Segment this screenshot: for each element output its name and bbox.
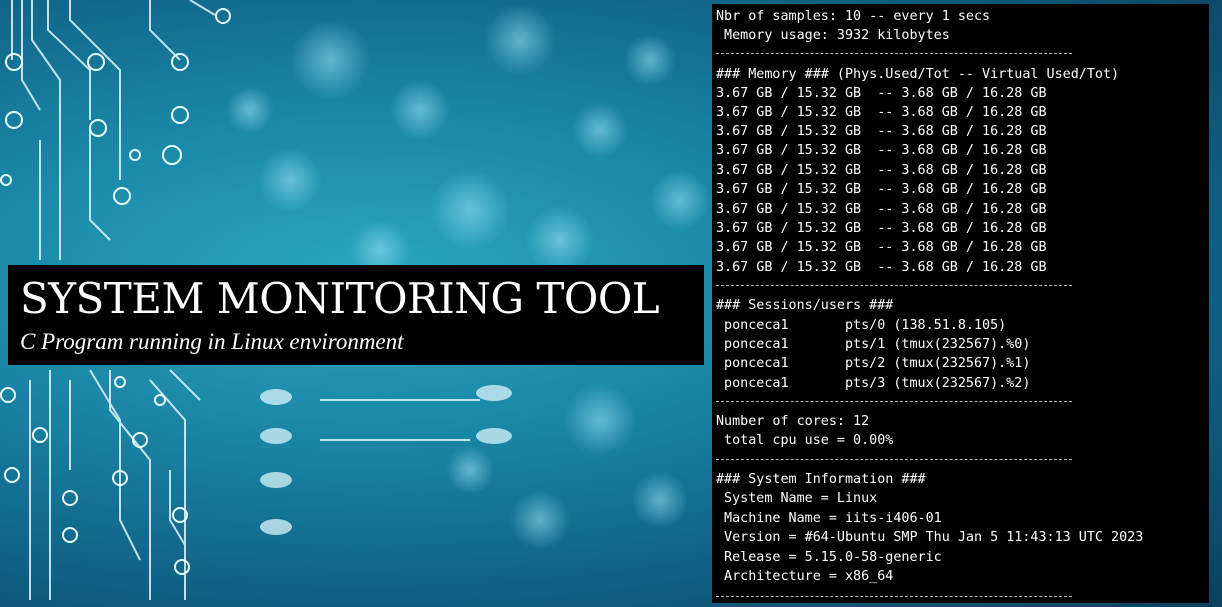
memory-usage-line: Memory usage: 3932 kilobytes — [716, 28, 950, 43]
separator — [716, 285, 1072, 286]
memory-row: 3.67 GB / 15.32 GB -- 3.68 GB / 16.28 GB — [716, 182, 1047, 197]
cpu-line: total cpu use = 0.00% — [716, 433, 894, 448]
separator — [716, 401, 1072, 402]
sysinfo-row: System Name = Linux — [716, 491, 878, 506]
slide-subtitle: C Program running in Linux environment — [20, 329, 404, 354]
separator — [716, 53, 1072, 54]
session-row: ponceca1 pts/3 (tmux(232567).%2) — [716, 376, 1031, 391]
session-row: ponceca1 pts/0 (138.51.8.105) — [716, 318, 1007, 333]
memory-row: 3.67 GB / 15.32 GB -- 3.68 GB / 16.28 GB — [716, 105, 1047, 120]
memory-header: ### Memory ### (Phys.Used/Tot -- Virtual… — [716, 67, 1120, 82]
title-banner: SYSTEM MONITORING TOOL C Program running… — [8, 265, 704, 365]
session-row: ponceca1 pts/1 (tmux(232567).%0) — [716, 337, 1031, 352]
sysinfo-row: Release = 5.15.0-58-generic — [716, 550, 942, 565]
sysinfo-row: Architecture = x86_64 — [716, 569, 894, 584]
separator — [716, 596, 1072, 597]
memory-row: 3.67 GB / 15.32 GB -- 3.68 GB / 16.28 GB — [716, 124, 1047, 139]
cores-line: Number of cores: 12 — [716, 414, 870, 429]
memory-row: 3.67 GB / 15.32 GB -- 3.68 GB / 16.28 GB — [716, 86, 1047, 101]
memory-row: 3.67 GB / 15.32 GB -- 3.68 GB / 16.28 GB — [716, 163, 1047, 178]
samples-line: Nbr of samples: 10 -- every 1 secs — [716, 9, 991, 24]
session-row: ponceca1 pts/2 (tmux(232567).%1) — [716, 356, 1031, 371]
slide-title: SYSTEM MONITORING TOOL — [20, 274, 660, 323]
sysinfo-row: Machine Name = iits-i406-01 — [716, 511, 942, 526]
memory-row: 3.67 GB / 15.32 GB -- 3.68 GB / 16.28 GB — [716, 221, 1047, 236]
memory-row: 3.67 GB / 15.32 GB -- 3.68 GB / 16.28 GB — [716, 202, 1047, 217]
sessions-header: ### Sessions/users ### — [716, 298, 894, 313]
memory-row: 3.67 GB / 15.32 GB -- 3.68 GB / 16.28 GB — [716, 260, 1047, 275]
sysinfo-row: Version = #64-Ubuntu SMP Thu Jan 5 11:43… — [716, 530, 1144, 545]
separator — [716, 459, 1072, 460]
memory-row: 3.67 GB / 15.32 GB -- 3.68 GB / 16.28 GB — [716, 240, 1047, 255]
memory-row: 3.67 GB / 15.32 GB -- 3.68 GB / 16.28 GB — [716, 143, 1047, 158]
terminal-output: Nbr of samples: 10 -- every 1 secs Memor… — [712, 4, 1209, 603]
sysinfo-header: ### System Information ### — [716, 472, 926, 487]
